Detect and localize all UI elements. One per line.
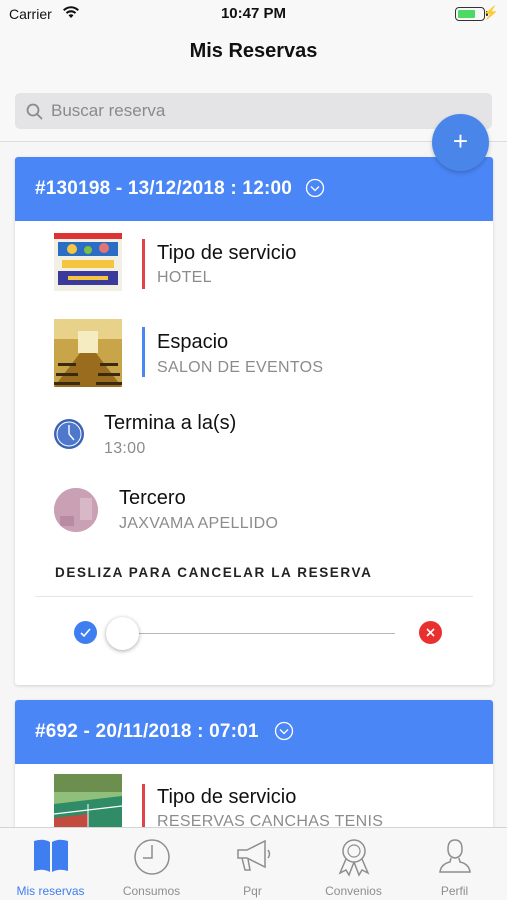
nav-header: Mis Reservas	[0, 28, 507, 78]
space-value: SALON DE EVENTOS	[157, 359, 324, 376]
divider	[35, 596, 473, 597]
battery-icon	[455, 7, 488, 21]
service-label: Tipo de servicio	[157, 786, 297, 808]
megaphone-icon	[237, 839, 271, 871]
charging-icon: ⚡	[482, 5, 499, 20]
award-icon	[338, 839, 370, 877]
service-value: HOTEL	[157, 269, 212, 286]
reservation-header[interactable]: #130198 - 13/12/2018 : 12:00	[15, 157, 493, 221]
status-bar: Carrier 10:47 PM ⚡	[0, 0, 507, 28]
end-time-row: Termina a la(s) 13:00	[15, 407, 493, 467]
tab-label: Pqr	[243, 884, 262, 898]
user-icon	[439, 839, 471, 873]
search-bar-container	[0, 78, 507, 142]
end-time-label: Termina a la(s)	[104, 412, 237, 434]
cancel-slider-track[interactable]	[121, 633, 395, 634]
avatar	[54, 488, 98, 532]
service-label: Tipo de servicio	[157, 242, 297, 264]
tab-label: Convenios	[325, 884, 382, 898]
clock-icon	[54, 419, 84, 449]
cancel-slider-handle[interactable]	[106, 617, 139, 650]
third-party-value: JAXVAMA APELLIDO	[119, 515, 279, 532]
end-time-value: 13:00	[104, 440, 146, 457]
service-row: Tipo de servicio HOTEL	[15, 233, 493, 303]
service-image	[54, 233, 122, 301]
third-party-label: Tercero	[119, 487, 186, 509]
space-image	[54, 319, 122, 387]
reservation-title: #692 - 20/11/2018 : 07:01	[35, 721, 259, 742]
space-label: Espacio	[157, 331, 229, 353]
swipe-cancel-label: DESLIZA PARA CANCELAR LA RESERVA	[55, 565, 373, 580]
tab-pqr[interactable]: Pqr	[202, 828, 303, 900]
search-bar[interactable]	[15, 93, 492, 129]
reservation-card: #130198 - 13/12/2018 : 12:00 Tipo de ser…	[15, 157, 493, 685]
confirm-icon	[74, 621, 97, 644]
search-icon	[26, 103, 43, 120]
chevron-down-icon[interactable]	[305, 178, 325, 198]
space-bar	[142, 327, 145, 377]
reservation-title: #130198 - 13/12/2018 : 12:00	[35, 178, 293, 199]
add-reservation-button[interactable]: +	[432, 114, 489, 171]
clock-time: 10:47 PM	[220, 5, 287, 22]
chevron-down-icon[interactable]	[274, 721, 294, 741]
space-row: Espacio SALON DE EVENTOS	[15, 319, 493, 389]
tab-mis-reservas[interactable]: Mis reservas	[0, 828, 101, 900]
page-title: Mis Reservas	[189, 40, 318, 62]
search-input[interactable]	[51, 93, 471, 129]
tab-label: Perfil	[440, 884, 469, 898]
third-party-row: Tercero JAXVAMA APELLIDO	[15, 482, 493, 542]
tab-bar: Mis reservas Consumos Pqr Convenios Perf…	[0, 827, 507, 900]
tab-consumos[interactable]: Consumos	[101, 828, 202, 900]
cancel-icon	[419, 621, 442, 644]
tab-label: Mis reservas	[16, 884, 85, 898]
tab-perfil[interactable]: Perfil	[404, 828, 505, 900]
service-bar	[142, 239, 145, 289]
tab-label: Consumos	[122, 884, 181, 898]
clock-icon	[134, 839, 170, 875]
tab-convenios[interactable]: Convenios	[303, 828, 404, 900]
reservation-header[interactable]: #692 - 20/11/2018 : 07:01	[15, 700, 493, 764]
reservation-card: #692 - 20/11/2018 : 07:01 Tipo de servic…	[15, 700, 493, 840]
book-icon	[34, 839, 68, 872]
